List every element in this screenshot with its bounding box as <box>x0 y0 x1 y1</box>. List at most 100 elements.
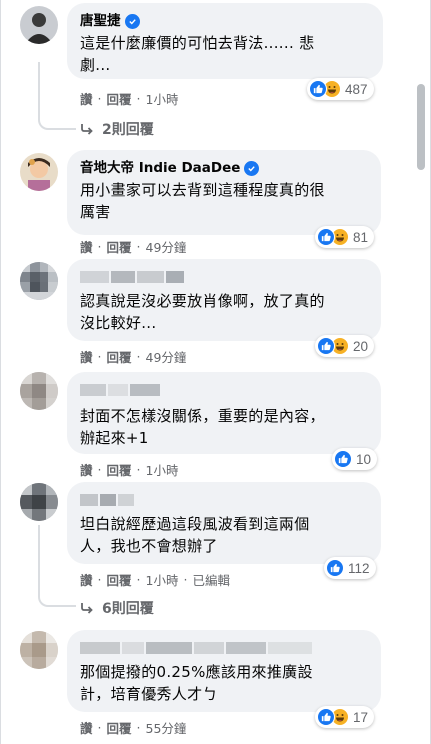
comment-actions: 讚 · 回覆 · 1小時 <box>80 460 178 479</box>
separator-dot: · <box>136 349 141 364</box>
comment-timestamp[interactable]: 1小時 <box>146 460 179 479</box>
like-button[interactable]: 讚 <box>80 347 93 366</box>
reactions-summary[interactable]: 17 <box>315 706 375 728</box>
comment-timestamp[interactable]: 55分鐘 <box>146 718 187 737</box>
comment-author[interactable]: 唐聖捷 <box>80 12 370 30</box>
verified-badge-icon <box>244 160 260 176</box>
comment-author[interactable]: 音地大帝 Indie DaaDee <box>80 159 368 177</box>
blurred-author-name[interactable] <box>80 494 136 506</box>
reply-button[interactable]: 回覆 <box>107 570 132 589</box>
avatar[interactable] <box>20 262 58 300</box>
like-icon <box>317 228 335 246</box>
comment-timestamp[interactable]: 1小時 <box>146 570 179 589</box>
reply-button[interactable]: 回覆 <box>107 347 132 366</box>
comment-bubble: 封面不怎樣沒關係，重要的是內容， 辦起來+1 <box>67 372 381 454</box>
avatar-image <box>20 6 58 44</box>
like-icon <box>334 450 352 468</box>
like-icon <box>326 559 344 577</box>
separator-dot: · <box>97 572 102 587</box>
reply-arrow-icon <box>81 124 93 135</box>
comment-text-line: 劇... <box>80 56 111 74</box>
view-replies-link[interactable]: 2則回覆 <box>80 119 154 139</box>
comment-bubble: 音地大帝 Indie DaaDee 用小畫家可以去背到這種程度真的很 厲害 <box>67 150 381 235</box>
comment-text: 這是什麼廉價的可怕去背法...... 悲 劇... <box>80 32 370 76</box>
comment-text: 認真說是沒必要放肖像啊，放了真的 沒比較好... <box>80 290 368 334</box>
comment-bubble: 那個提撥的0.25%應該用來推廣設 計，培育優秀人才ㄅ <box>67 630 381 712</box>
reply-arrow-icon <box>81 603 93 614</box>
avatar[interactable] <box>20 153 58 191</box>
edited-label[interactable]: 已編輯 <box>192 570 230 589</box>
comment-timestamp[interactable]: 49分鐘 <box>146 237 187 256</box>
blurred-author-name[interactable] <box>80 384 172 396</box>
blurred-author-name[interactable] <box>80 271 184 283</box>
comment-actions: 讚 · 回覆 · 55分鐘 <box>80 718 186 737</box>
reactions-summary[interactable]: 81 <box>315 226 375 248</box>
reaction-count: 487 <box>345 81 368 97</box>
comments-panel: 唐聖捷 這是什麼廉價的可怕去背法...... 悲 劇... 487 讚 · 回覆… <box>0 0 431 744</box>
reaction-count: 17 <box>353 709 369 725</box>
comment-text-line: 人，我也不會想辦了 <box>80 537 218 555</box>
comment-text-line: 厲害 <box>80 203 111 221</box>
reply-button[interactable]: 回覆 <box>107 718 132 737</box>
reactions-summary[interactable]: 10 <box>332 448 378 470</box>
like-button[interactable]: 讚 <box>80 89 93 108</box>
comment-text-line: 計，培育優秀人才ㄅ <box>80 685 218 703</box>
comment-author-name[interactable]: 唐聖捷 <box>80 12 121 30</box>
view-replies-link[interactable]: 6則回覆 <box>80 598 154 618</box>
comment-text: 坦白說經歷過這段風波看到這兩個 人，我也不會想辦了 <box>80 513 368 557</box>
separator-dot: · <box>183 572 188 587</box>
reactions-summary[interactable]: 112 <box>324 557 376 579</box>
reply-button[interactable]: 回覆 <box>107 89 132 108</box>
like-button[interactable]: 讚 <box>80 570 93 589</box>
reaction-count: 20 <box>353 338 369 354</box>
like-icon <box>317 337 335 355</box>
comment-actions: 讚 · 回覆 · 1小時 · 已編輯 <box>80 570 230 589</box>
comment-text-line: 認真說是沒必要放肖像啊，放了真的 <box>80 292 325 310</box>
avatar-image-blurred <box>20 262 58 300</box>
separator-dot: · <box>136 462 141 477</box>
avatar[interactable] <box>20 6 58 44</box>
reply-button[interactable]: 回覆 <box>107 237 132 256</box>
like-icon <box>317 708 335 726</box>
scrollbar-thumb[interactable] <box>417 84 425 170</box>
comment-text: 那個提撥的0.25%應該用來推廣設 計，培育優秀人才ㄅ <box>80 661 368 705</box>
blurred-author-name[interactable] <box>80 642 316 654</box>
reaction-count: 81 <box>353 229 369 245</box>
comment-text-line: 坦白說經歷過這段風波看到這兩個 <box>80 515 310 533</box>
replies-count-label[interactable]: 2則回覆 <box>102 119 154 139</box>
avatar-image-blurred <box>20 631 58 669</box>
verified-badge-icon <box>124 13 140 29</box>
comment-timestamp[interactable]: 49分鐘 <box>146 347 187 366</box>
separator-dot: · <box>97 91 102 106</box>
separator-dot: · <box>97 720 102 735</box>
avatar[interactable] <box>20 483 58 521</box>
reaction-count: 10 <box>356 451 372 467</box>
reply-button[interactable]: 回覆 <box>107 460 132 479</box>
comment-bubble: 認真說是沒必要放肖像啊，放了真的 沒比較好... <box>67 259 381 341</box>
like-button[interactable]: 讚 <box>80 718 93 737</box>
separator-dot: · <box>136 91 141 106</box>
reactions-summary[interactable]: 487 <box>307 78 374 100</box>
comment-actions: 讚 · 回覆 · 49分鐘 <box>80 347 186 366</box>
avatar-image-blurred <box>20 483 58 521</box>
comment-bubble: 坦白說經歷過這段風波看到這兩個 人，我也不會想辦了 <box>67 482 381 564</box>
comment-author-name[interactable]: 音地大帝 Indie DaaDee <box>80 159 240 177</box>
comment-text-line: 沒比較好... <box>80 314 157 332</box>
avatar[interactable] <box>20 631 58 669</box>
comment-text: 封面不怎樣沒關係，重要的是內容， 辦起來+1 <box>80 405 368 449</box>
separator-dot: · <box>97 239 102 254</box>
comment-timestamp[interactable]: 1小時 <box>146 89 179 108</box>
comment-text-line: 那個提撥的0.25%應該用來推廣設 <box>80 663 313 681</box>
avatar[interactable] <box>20 372 58 410</box>
avatar-image-blurred <box>20 372 58 410</box>
comment-text-line: 用小畫家可以去背到這種程度真的很 <box>80 181 325 199</box>
like-button[interactable]: 讚 <box>80 237 93 256</box>
comment-text-line: 這是什麼廉價的可怕去背法...... 悲 <box>80 34 315 52</box>
separator-dot: · <box>97 462 102 477</box>
reactions-summary[interactable]: 20 <box>315 335 375 357</box>
replies-count-label[interactable]: 6則回覆 <box>102 598 154 618</box>
reaction-count: 112 <box>348 560 370 576</box>
comment-text-line: 辦起來+1 <box>80 429 149 447</box>
separator-dot: · <box>136 239 141 254</box>
like-button[interactable]: 讚 <box>80 460 93 479</box>
